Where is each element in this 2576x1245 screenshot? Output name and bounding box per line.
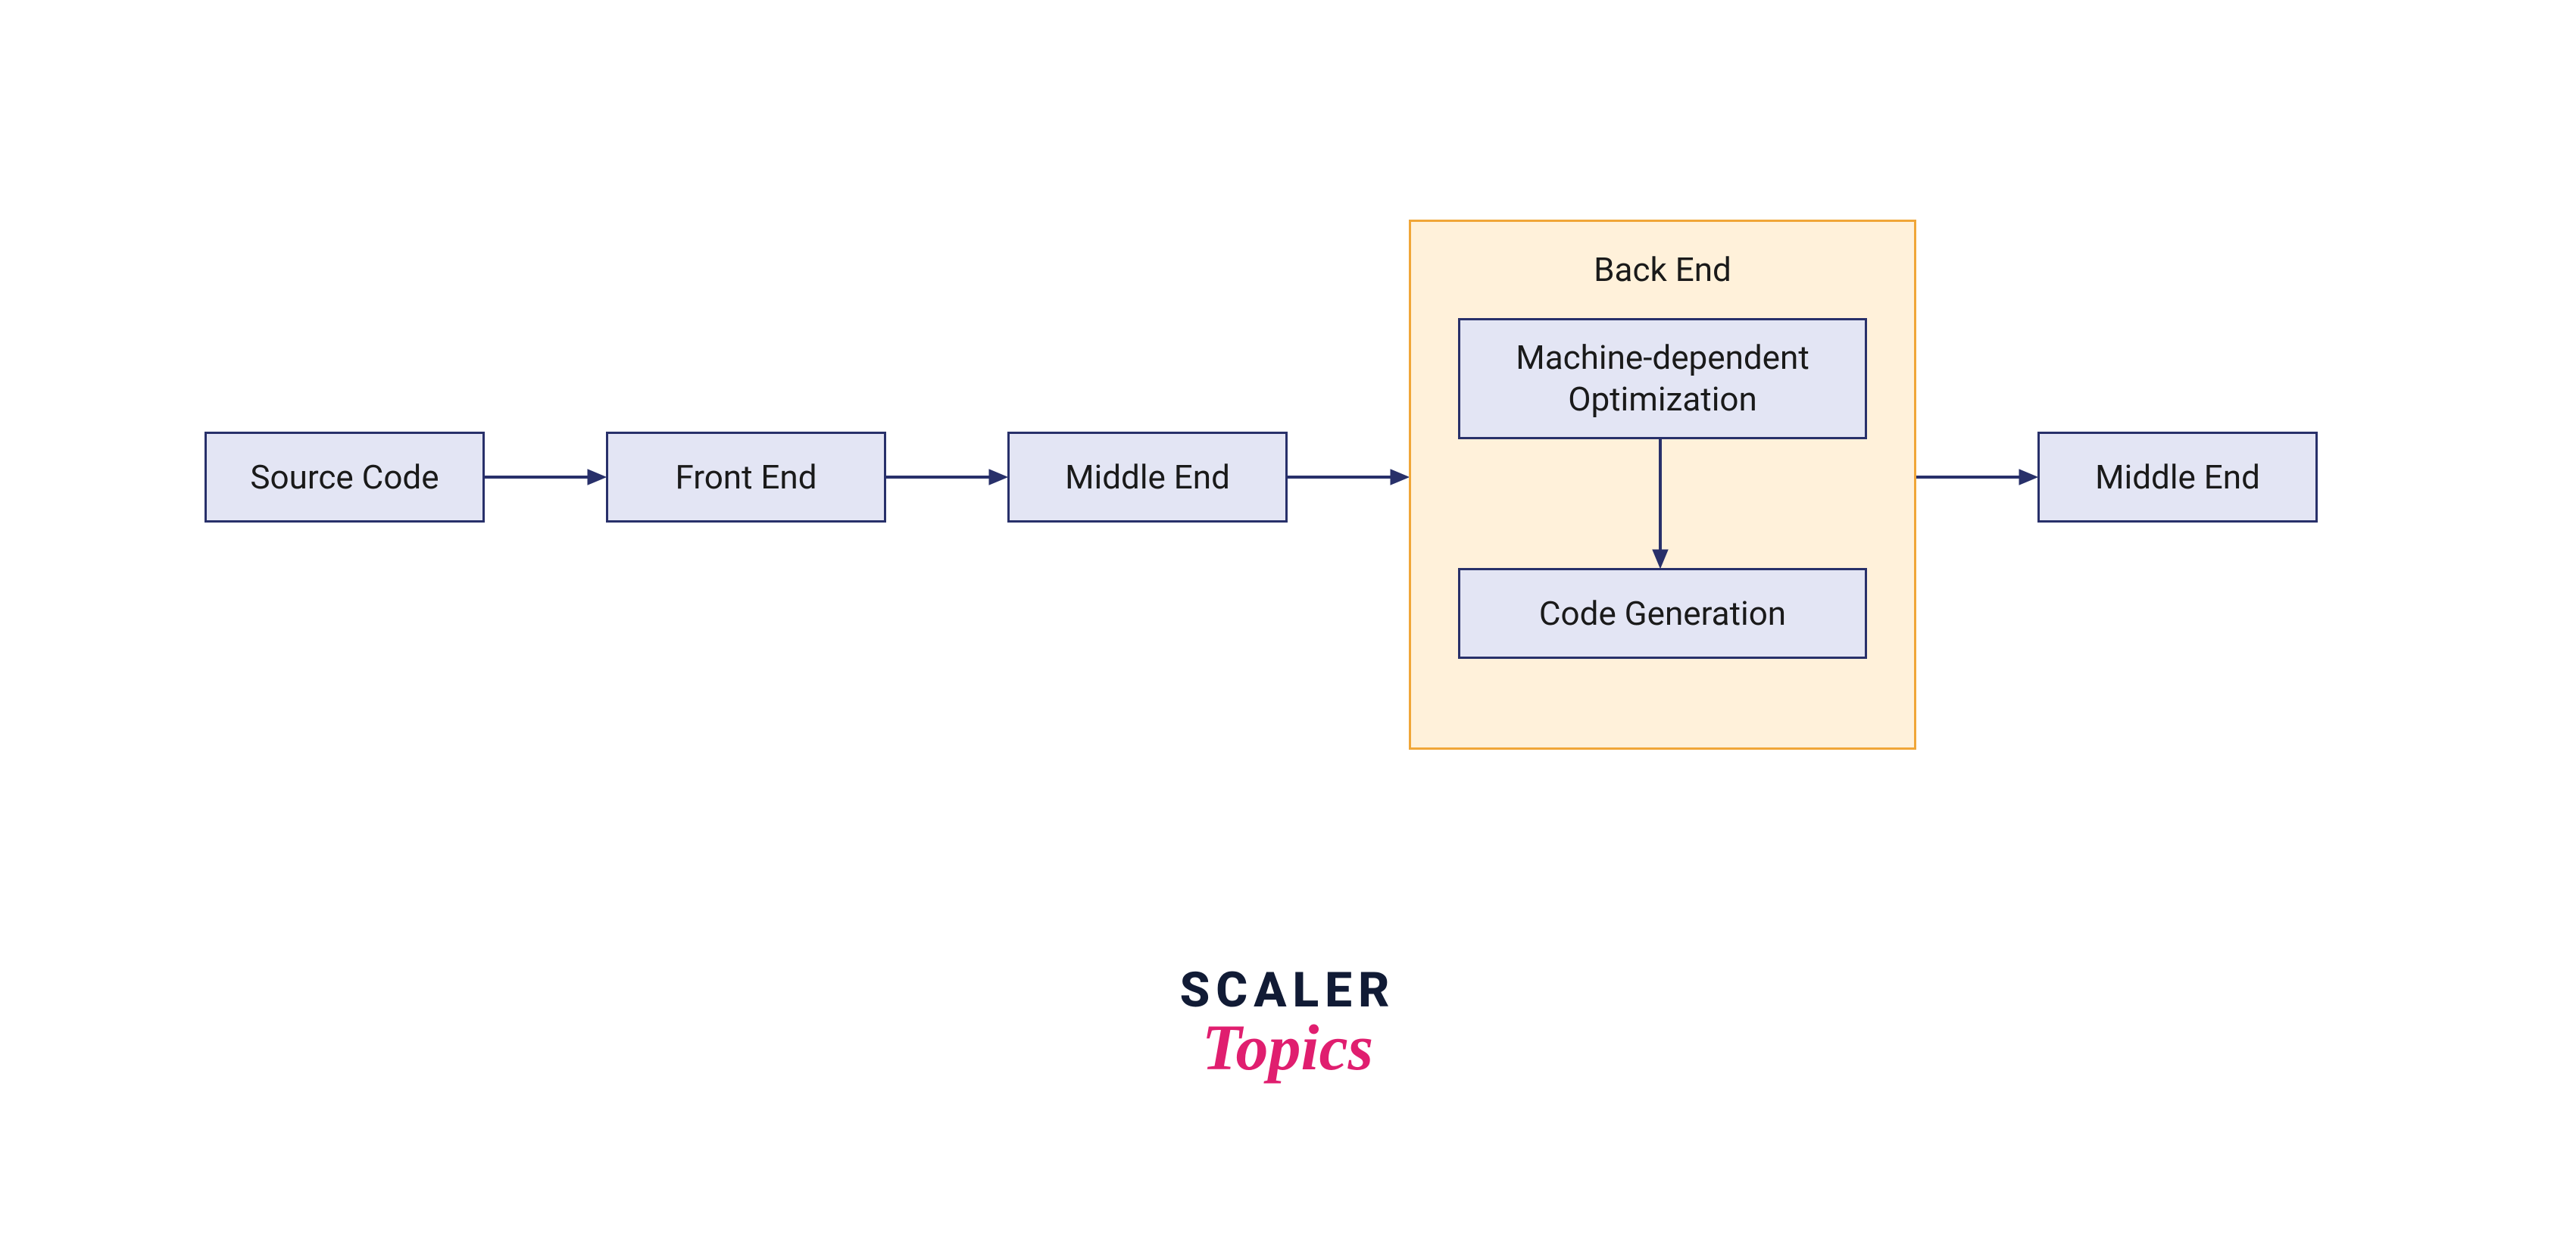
node-middle-end-2: Middle End [2037,432,2318,523]
arrow-middle-to-backend [1288,466,1409,488]
node-source-code: Source Code [205,432,485,523]
node-code-generation: Code Generation [1458,568,1867,659]
node-middle-end-2-label: Middle End [2095,457,2260,498]
arrow-source-to-front [485,466,606,488]
node-front-end-label: Front End [675,457,817,498]
logo-topics-text: Topics [1121,1009,1454,1085]
node-source-code-label: Source Code [250,457,439,498]
node-code-generation-label: Code Generation [1539,593,1786,635]
backend-title: Back End [1409,250,1916,289]
node-machine-dependent-optimization: Machine-dependent Optimization [1458,318,1867,439]
arrow-front-to-middle [886,466,1007,488]
node-middle-end-1-label: Middle End [1065,457,1230,498]
arrow-backend-to-output [1916,466,2037,488]
node-machine-dependent-optimization-label: Machine-dependent Optimization [1483,337,1842,420]
node-front-end: Front End [606,432,886,523]
arrow-optimization-to-codegen [1650,439,1671,568]
compiler-pipeline-diagram: Source Code Front End Middle End Back En… [205,220,2401,825]
scaler-topics-logo: SCALER Topics [1121,962,1454,1085]
node-middle-end-1: Middle End [1007,432,1288,523]
